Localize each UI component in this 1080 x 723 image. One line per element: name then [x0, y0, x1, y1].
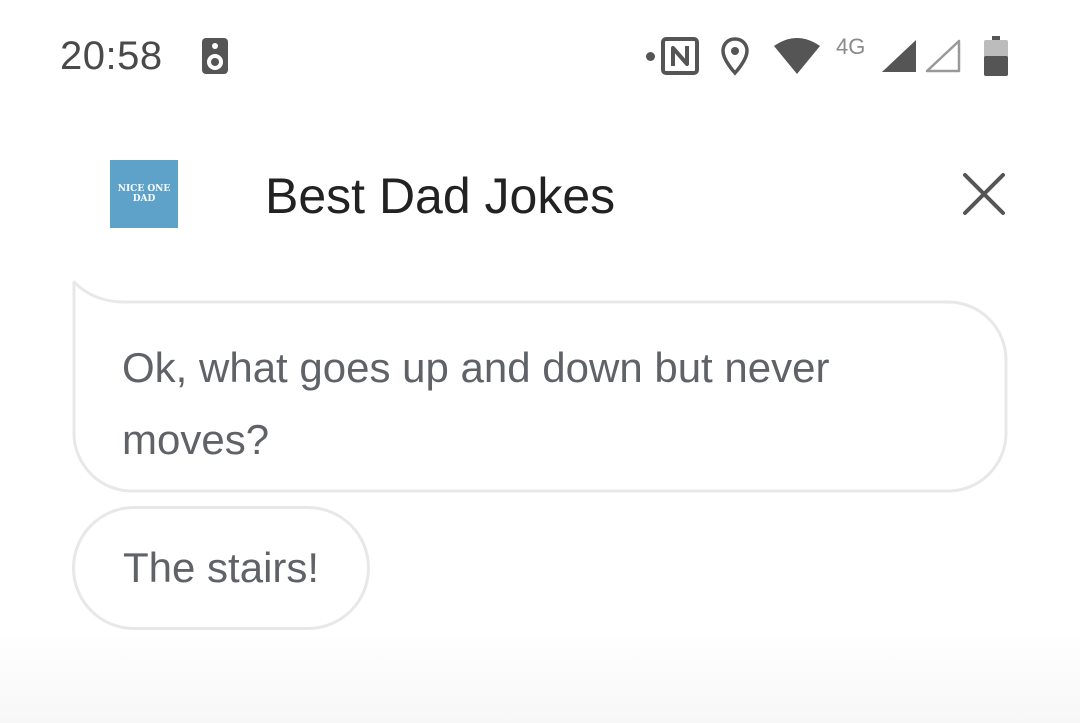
network-type-label: 4G: [836, 34, 866, 59]
close-button[interactable]: [956, 166, 1012, 222]
battery-icon: [984, 36, 1008, 76]
notification-dot: [646, 52, 655, 61]
location-icon: [721, 37, 749, 76]
signal-empty-icon: [925, 39, 961, 73]
logo-text-line1: NICE ONE: [117, 184, 171, 194]
message-text: Ok, what goes up and down but never move…: [122, 344, 830, 463]
signal-icon: [882, 40, 916, 72]
status-bar: 20:58 4G: [0, 0, 1080, 112]
message-bubble-question: Ok, what goes up and down but never move…: [72, 280, 1008, 493]
assistant-screen: 20:58 4G NICE ONE DAD Best Dad Jokes Ok,…: [0, 0, 1080, 723]
wifi-icon: [774, 38, 820, 74]
nfc-icon: [661, 37, 699, 75]
logo-text-line2: DAD: [132, 194, 156, 204]
message-text: The stairs!: [123, 544, 320, 591]
app-title: Best Dad Jokes: [265, 168, 616, 224]
message-bubble-answer: The stairs!: [72, 506, 371, 630]
close-icon: [963, 173, 1005, 215]
status-time: 20:58: [60, 34, 163, 78]
speaker-icon: [202, 38, 228, 74]
app-logo: NICE ONE DAD: [110, 160, 178, 228]
